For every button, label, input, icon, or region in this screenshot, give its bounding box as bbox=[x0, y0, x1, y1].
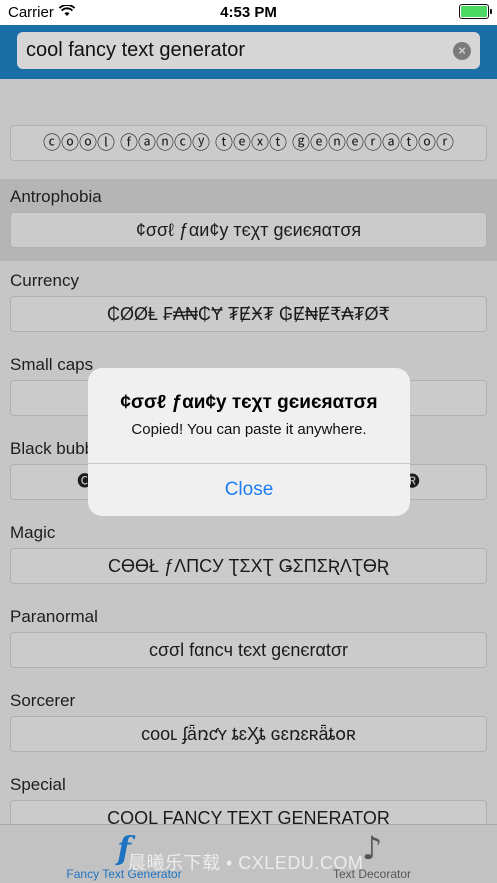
section-label-small-caps: Small caps bbox=[10, 355, 94, 374]
section-label-antrophobia: Antrophobia bbox=[10, 187, 102, 206]
watermark: 晨曦乐下载 • CXLEDU.COM bbox=[128, 853, 364, 873]
section-label-currency: Currency bbox=[10, 271, 79, 290]
section-label-special: Special bbox=[10, 775, 66, 794]
section-label-paranormal: Paranormal bbox=[10, 607, 98, 626]
close-button[interactable]: Close bbox=[88, 464, 410, 516]
search-input[interactable]: cool fancy text generator bbox=[26, 32, 245, 69]
section-label-magic: Magic bbox=[10, 523, 56, 542]
style-box-special[interactable]: COOL FANCY TEXT GENERATOR bbox=[10, 800, 487, 824]
status-time: 4:53 PM bbox=[220, 4, 277, 21]
alert-message: Copied! You can paste it anywhere. bbox=[131, 421, 367, 438]
section-label-sorcerer: Sorcerer bbox=[10, 691, 76, 710]
copied-alert: ¢σσℓ ƒαи¢у тєχт gєиєяαтσя Copied! You ca… bbox=[88, 368, 410, 516]
status-bar: Carrier 4:53 PM bbox=[0, 0, 497, 25]
search-box[interactable]: cool fancy text generator × bbox=[17, 32, 480, 69]
style-box-currency[interactable]: ₵ØØⱠ ₣₳₦₵Ɏ ₮ɆӾ₮ ₲Ɇ₦Ɇ₹₳₮Ø₹ bbox=[10, 296, 487, 332]
alert-title: ¢σσℓ ƒαи¢у тєχт gєиєяαтσя bbox=[120, 392, 378, 413]
style-box-sorcerer[interactable]: ᴄᴏᴏʟ ʄǟռƈʏ ȶɛӼȶ ɢɛռɛʀǟȶօʀ bbox=[10, 716, 487, 752]
clear-icon[interactable]: × bbox=[453, 42, 471, 60]
search-header: cool fancy text generator × bbox=[0, 25, 497, 79]
style-box-paranormal[interactable]: cσσl fαncч tєхt gєnєrαtσr bbox=[10, 632, 487, 668]
style-box-antrophobia[interactable]: ¢σσℓ ƒαи¢у тєχт gєиєяαтσя bbox=[10, 212, 487, 248]
style-box-circled[interactable]: ⓒⓞⓞⓛ ⓕⓐⓝⓒⓨ ⓣⓔⓧⓣ ⓖⓔⓝⓔⓡⓐⓣⓞⓡ bbox=[10, 125, 487, 161]
battery-icon bbox=[459, 4, 492, 19]
style-box-magic[interactable]: ϹϴϴŁ ƒΛΠϹУ ƮΣXƮ ǤΣΠΣƦΛƮϴƦ bbox=[10, 548, 487, 584]
